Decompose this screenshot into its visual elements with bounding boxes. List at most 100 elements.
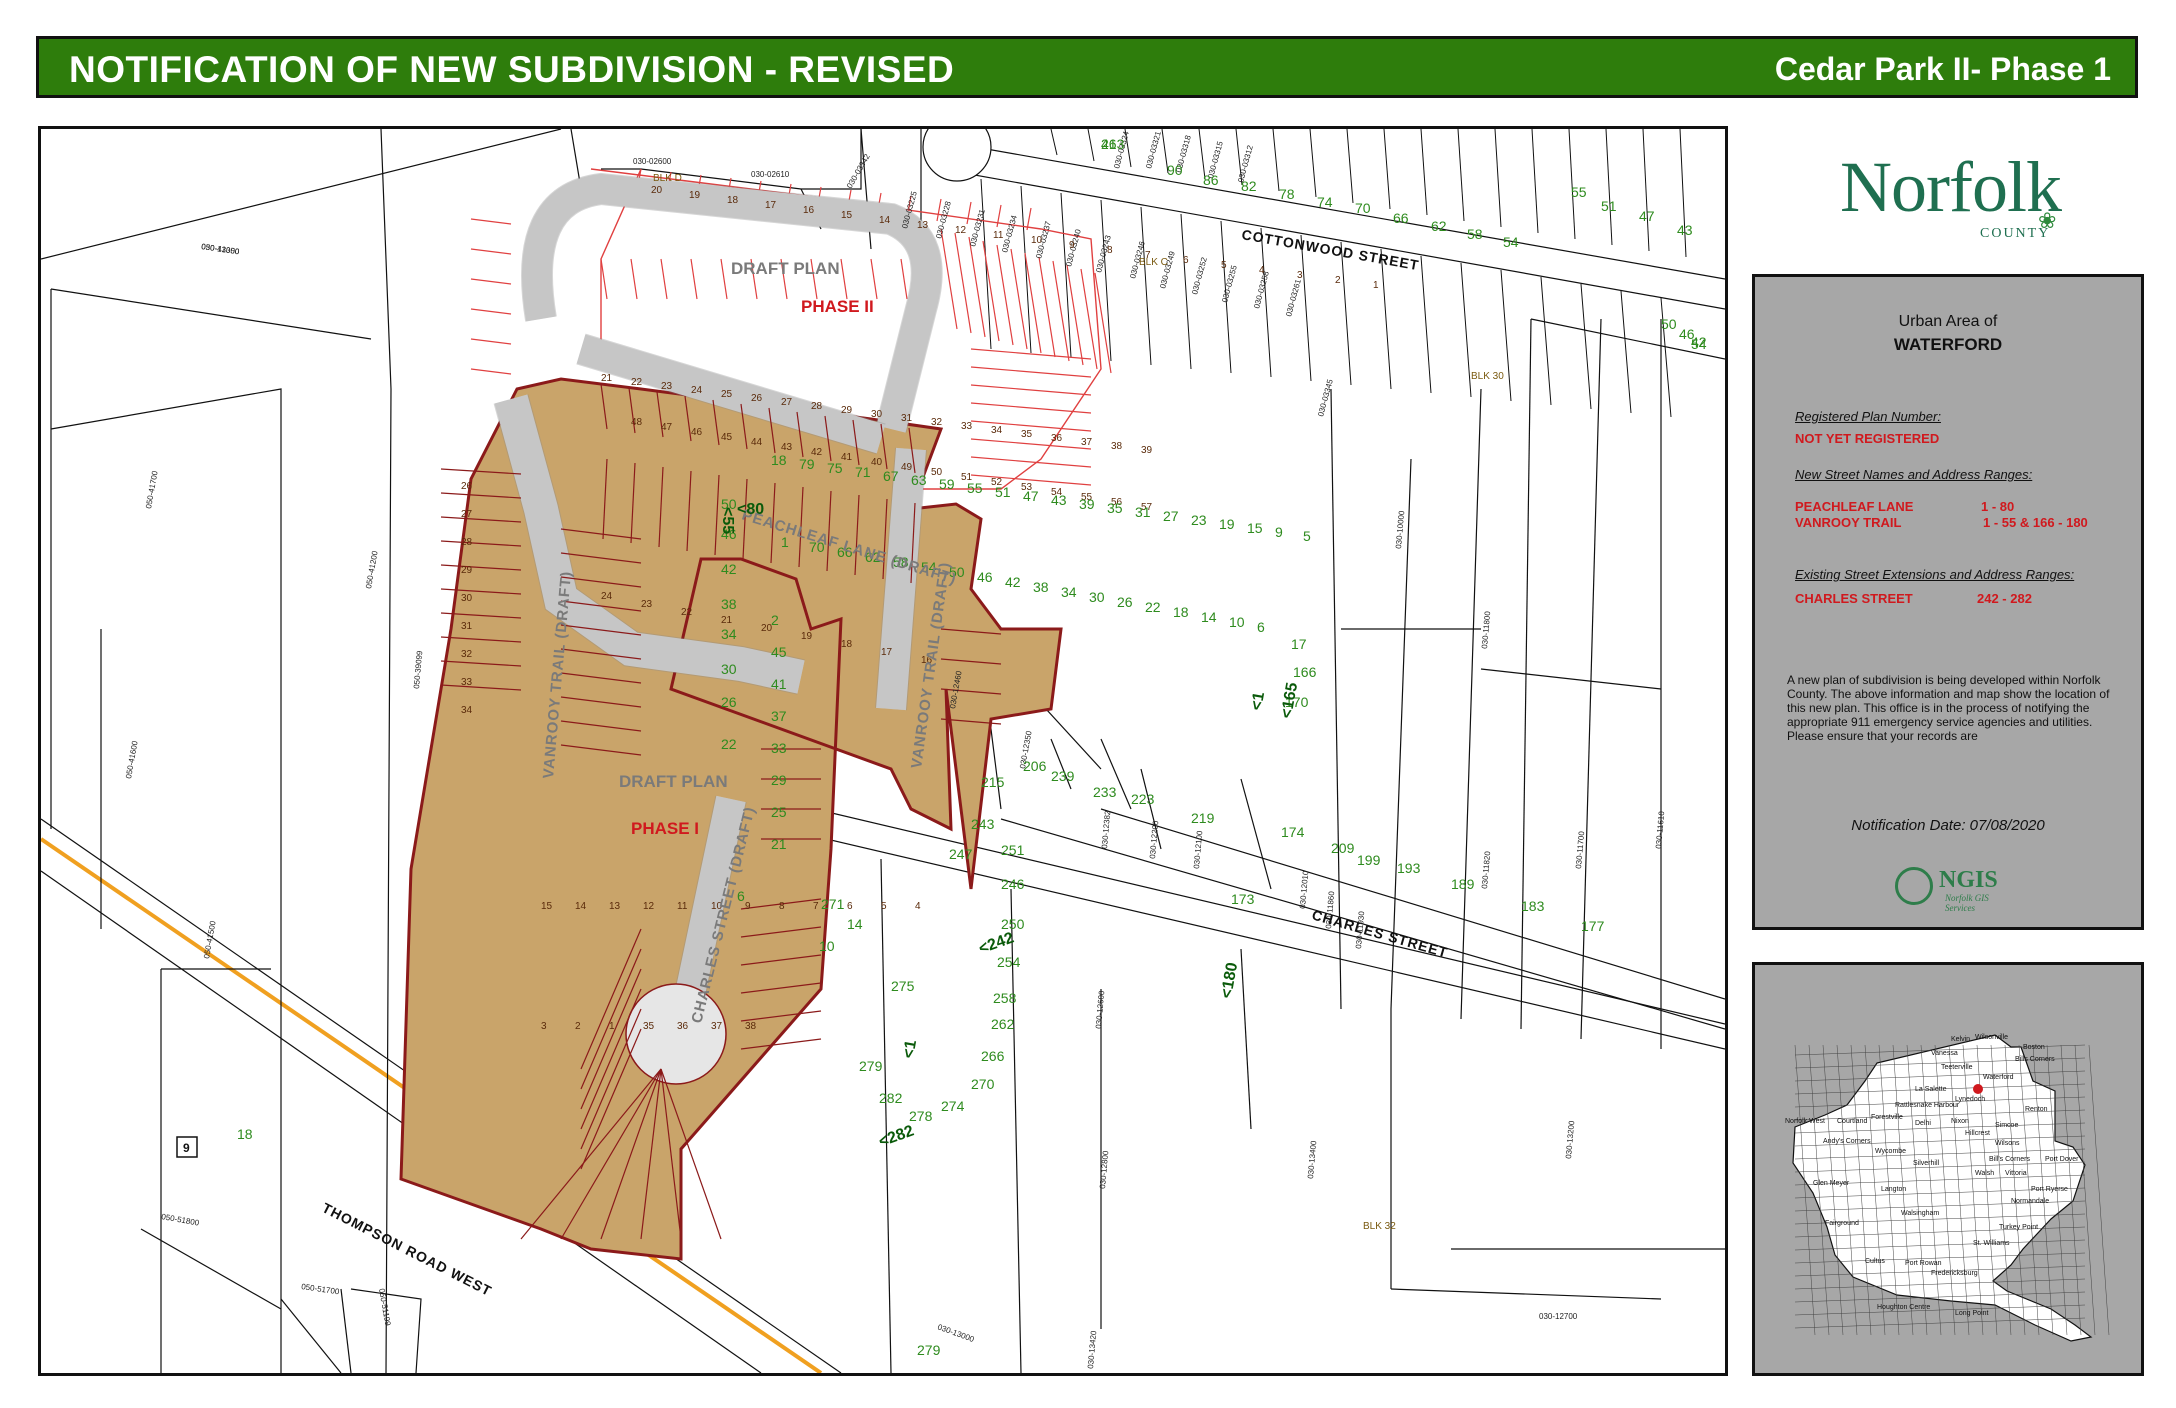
roll-number: 030-13420: [1086, 1330, 1098, 1369]
subdivision-map[interactable]: .pl { fill:none; stroke:#111; stroke-wid…: [38, 126, 1728, 1376]
lot-number: 14: [879, 215, 891, 226]
address-number: 266: [981, 1048, 1005, 1064]
key-map-place: Teeterville: [1941, 1064, 1973, 1071]
ngis-sub-line2: Services: [1945, 903, 1975, 913]
roll-number: 030-13000: [936, 1322, 976, 1344]
roll-number: 030-02600: [633, 157, 672, 166]
lot-number: 34: [991, 425, 1003, 436]
logo-wordmark: Norfolk: [1840, 147, 2062, 227]
address-number: 74: [1317, 194, 1333, 210]
lot-number: 11: [677, 901, 688, 912]
lot-number: 12: [955, 225, 967, 236]
lot-number: 14: [575, 901, 587, 912]
key-map-place: Walsingham: [1901, 1210, 1939, 1217]
address-number: 17: [1291, 636, 1307, 652]
key-map-place: Rattlesnake Harbour: [1895, 1102, 1960, 1109]
roll-number: 030-12800: [1098, 1150, 1110, 1189]
address-number: 31: [1135, 504, 1151, 520]
lot-number: 3: [1297, 270, 1303, 281]
address-number: 209: [1331, 840, 1355, 856]
roll-number: 050-41700: [144, 470, 160, 510]
existing-streets-label: Existing Street Extensions and Address R…: [1795, 567, 2075, 582]
address-number: 275: [891, 978, 915, 994]
lot-number: 18: [841, 639, 853, 650]
lot-number: 9: [1069, 240, 1075, 251]
key-map-place: Courtland: [1837, 1118, 1867, 1125]
lot-number: 46: [691, 427, 703, 438]
key-map-place: Glen Meyer: [1813, 1180, 1850, 1187]
address-number: 173: [1231, 891, 1255, 907]
key-map-place: Wilsons: [1995, 1140, 2020, 1147]
address-number: 70: [1355, 200, 1371, 216]
lot-number: 27: [461, 509, 473, 520]
range-marker: <55: [719, 507, 736, 534]
address-number: 174: [1281, 824, 1305, 840]
map-canvas[interactable]: .pl { fill:none; stroke:#111; stroke-wid…: [41, 129, 1725, 1373]
key-map-place: Bill's Corners: [1989, 1156, 2031, 1163]
roll-number: 050-41200: [364, 550, 380, 590]
address-number: 22: [721, 736, 737, 752]
address-number: 18: [1173, 604, 1189, 620]
highway-9-shield: 9: [176, 1136, 198, 1158]
roll-number: 030-13400: [1306, 1140, 1318, 1179]
lot-number: 9: [745, 901, 751, 912]
key-map: Kelvin Wilsonville Boston Vanessa Bills Corn…: [1752, 962, 2144, 1376]
address-number: 254: [997, 954, 1021, 970]
roll-number: 030-11800: [1480, 610, 1492, 649]
key-map-place: Walsh: [1975, 1170, 1994, 1177]
lot-number: 39: [1141, 445, 1153, 456]
key-map-place: Silverhill: [1913, 1160, 1940, 1167]
address-number: 38: [721, 596, 737, 612]
lot-number: 1: [1373, 280, 1379, 291]
lot-number: 2: [575, 1021, 581, 1032]
roll-number: 030-03261: [1284, 278, 1303, 318]
key-map-place: Langton: [1881, 1186, 1906, 1193]
lot-number: 26: [461, 481, 473, 492]
lot-number: 6: [847, 901, 853, 912]
address-number: 21: [771, 836, 787, 852]
address-number: 38: [1033, 579, 1049, 595]
subdivision-name: Cedar Park II- Phase 1: [1774, 51, 2111, 87]
lot-number: 13: [609, 901, 621, 912]
lot-number: 35: [1021, 429, 1033, 440]
lot-number: 10: [1031, 235, 1043, 246]
lot-number: 40: [871, 457, 883, 468]
address-number: 42: [1005, 574, 1021, 590]
address-number: 55: [967, 480, 983, 496]
address-number: 6: [1257, 619, 1265, 635]
address-number: 183: [1521, 898, 1545, 914]
address-number: 177: [1581, 918, 1605, 934]
address-number: 75: [827, 460, 843, 476]
street-label-thompson: THOMPSON ROAD WEST: [320, 1199, 495, 1299]
address-number: 274: [941, 1098, 965, 1114]
address-number: 215: [981, 774, 1005, 790]
roll-number: 030-11700: [1574, 830, 1586, 869]
address-number: 247: [949, 846, 973, 862]
ngis-wordmark: NGIS: [1939, 867, 1998, 893]
roll-number: 030-12700: [1539, 1312, 1578, 1321]
roll-number: 030-03252: [1190, 256, 1209, 296]
address-number: 37: [771, 708, 787, 724]
address-number: 233: [1093, 784, 1117, 800]
address-number: 47: [1639, 208, 1655, 224]
lot-number: 24: [691, 385, 703, 396]
ngis-sub-line1: Norfolk GIS: [1945, 893, 1989, 903]
key-map-place: Port Dover: [2045, 1156, 2079, 1163]
lot-number: 47: [661, 422, 673, 433]
key-map-place: Fairground: [1825, 1220, 1859, 1227]
lot-number: 5: [1221, 260, 1227, 271]
lot-number: 11: [993, 230, 1004, 241]
address-number: 189: [1451, 876, 1475, 892]
lot-number: 8: [1107, 245, 1113, 256]
plan-label-phase-i: PHASE I: [631, 819, 699, 838]
lot-number: 44: [751, 437, 763, 448]
key-map-place: Long Point: [1955, 1310, 1989, 1317]
address-number: 26: [721, 694, 737, 710]
notice-text: A new plan of subdivision is being devel…: [1787, 673, 2110, 743]
address-number: 246: [1001, 876, 1025, 892]
new-street-name: PEACHLEAF LANE: [1795, 499, 1914, 514]
address-number: 26: [1117, 594, 1133, 610]
key-map-place: Bills Corners: [2015, 1056, 2055, 1063]
address-number: 243: [971, 816, 995, 832]
address-number: 78: [1279, 186, 1295, 202]
